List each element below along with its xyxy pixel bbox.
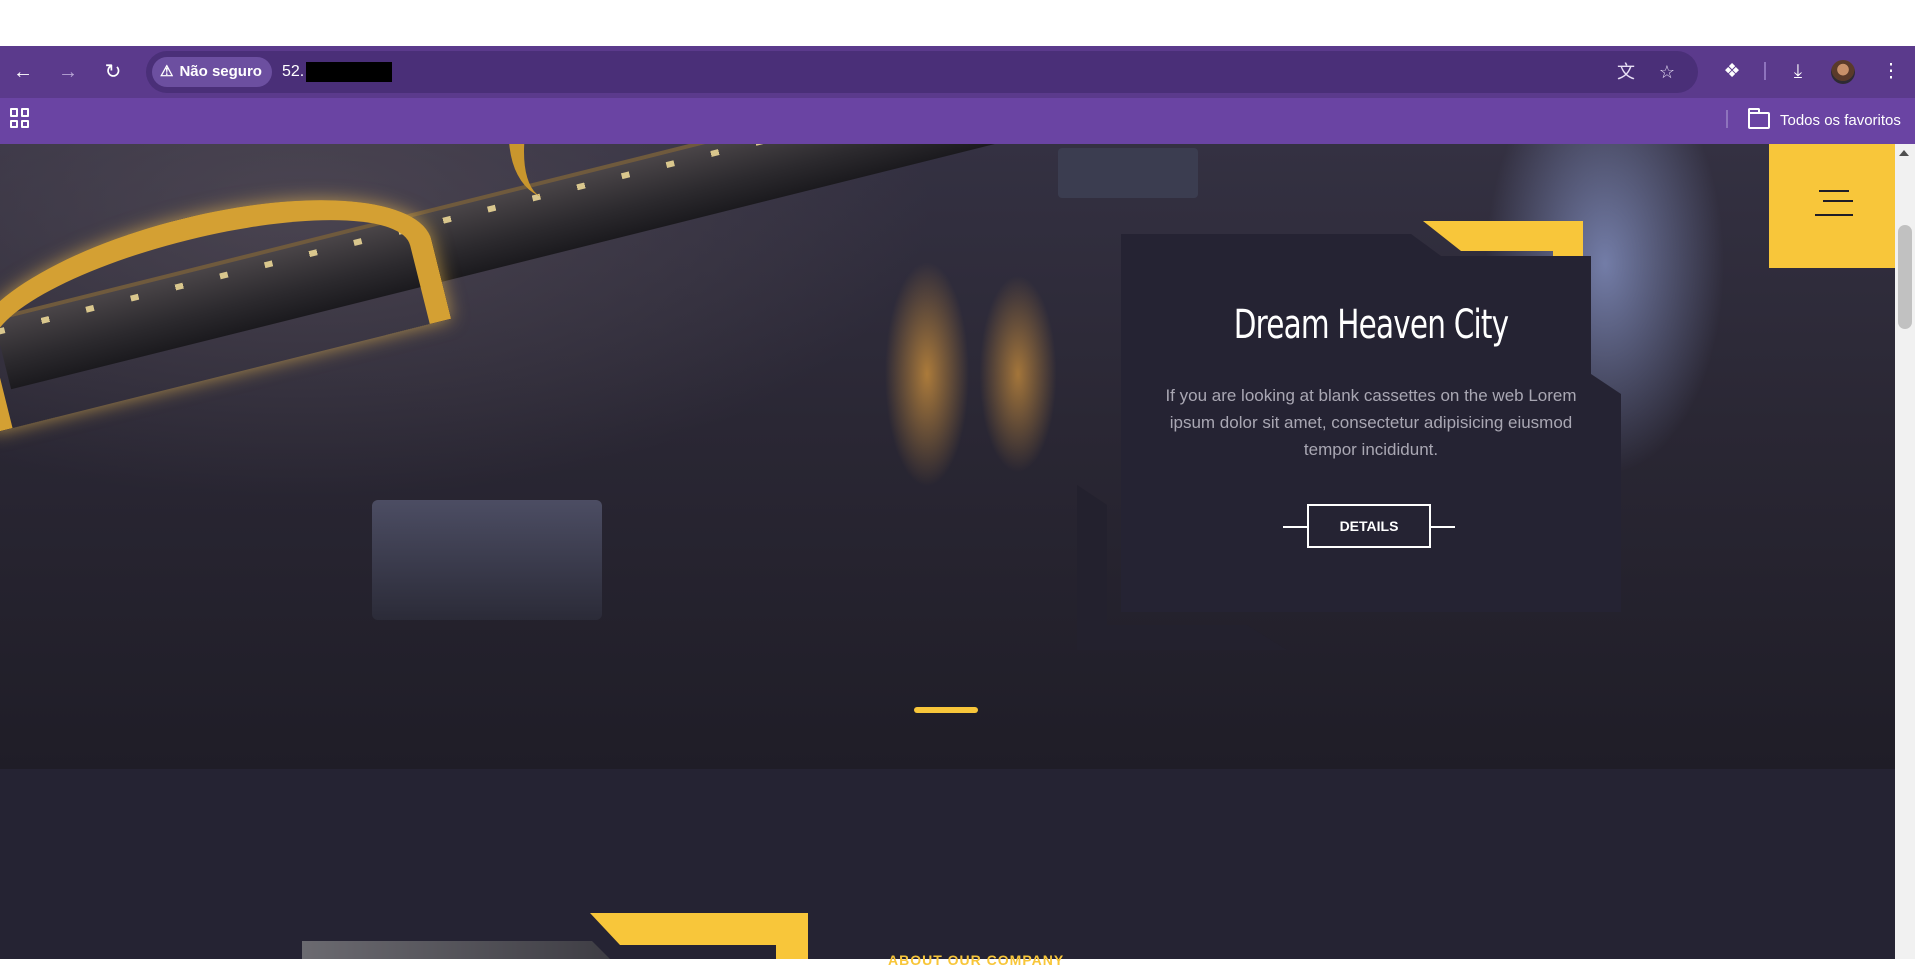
reload-icon[interactable]: ↻ bbox=[99, 58, 127, 86]
redacted-url bbox=[306, 61, 393, 82]
about-label: ABOUT OUR COMPANY bbox=[888, 952, 1065, 968]
extensions-icon[interactable]: ❖ bbox=[1718, 58, 1746, 86]
more-vert-icon[interactable]: ⋮ bbox=[1877, 58, 1905, 86]
bridge-pillar bbox=[372, 500, 602, 620]
hero-card: Dream Heaven City If you are looking at … bbox=[1121, 234, 1621, 612]
security-label: Não seguro bbox=[179, 63, 262, 80]
about-image bbox=[302, 941, 610, 959]
star-icon[interactable]: ☆ bbox=[1655, 60, 1679, 84]
details-line-right bbox=[1431, 526, 1455, 528]
folder-icon bbox=[1748, 107, 1770, 129]
menu-line-1 bbox=[1819, 190, 1849, 192]
dragon-arch bbox=[0, 161, 452, 434]
hero-card-group: Dream Heaven City If you are looking at … bbox=[1075, 220, 1635, 650]
menu-line-3 bbox=[1815, 214, 1853, 216]
hero-title: Dream Heaven City bbox=[1233, 302, 1509, 348]
url-value: 52. bbox=[282, 63, 305, 80]
details-button-group: DETAILS bbox=[1283, 504, 1459, 550]
translate-icon[interactable]: 文 bbox=[1614, 60, 1638, 84]
toolbar-divider bbox=[1764, 62, 1766, 80]
back-icon[interactable]: ← bbox=[9, 58, 37, 86]
security-chip[interactable]: ⚠ Não seguro bbox=[152, 57, 272, 87]
window-top-area bbox=[0, 0, 1915, 46]
scroll-up-arrow-icon[interactable] bbox=[1899, 150, 1909, 156]
bookmarks-bar bbox=[0, 98, 1915, 144]
about-section bbox=[0, 769, 1895, 959]
all-bookmarks-label: Todos os favoritos bbox=[1780, 111, 1901, 129]
bookmarks-divider bbox=[1726, 110, 1728, 128]
hamburger-menu-button[interactable] bbox=[1769, 144, 1895, 268]
all-bookmarks-button[interactable]: Todos os favoritos bbox=[1748, 107, 1901, 132]
warning-icon: ⚠ bbox=[160, 63, 174, 80]
download-icon[interactable]: ⤓ bbox=[1784, 58, 1812, 86]
menu-line-2 bbox=[1823, 200, 1853, 202]
forward-icon[interactable]: → bbox=[54, 58, 82, 86]
address-bar[interactable]: ⚠ Não seguro 52. 文 ☆ bbox=[146, 51, 1698, 93]
avatar[interactable] bbox=[1831, 60, 1855, 84]
details-button[interactable]: DETAILS bbox=[1307, 504, 1431, 548]
apps-icon[interactable] bbox=[10, 108, 30, 128]
url-text[interactable]: 52. bbox=[282, 51, 393, 93]
scrollbar-thumb[interactable] bbox=[1898, 225, 1912, 329]
hero-description: If you are looking at blank cassettes on… bbox=[1165, 386, 1577, 459]
details-line-left bbox=[1283, 526, 1307, 528]
bridge-pillar-far bbox=[1058, 148, 1198, 198]
slider-indicator-active[interactable] bbox=[914, 707, 978, 713]
